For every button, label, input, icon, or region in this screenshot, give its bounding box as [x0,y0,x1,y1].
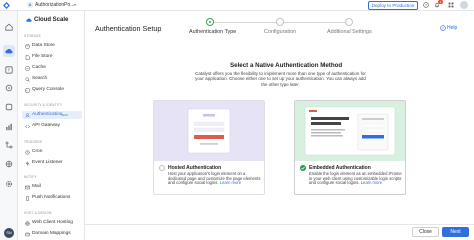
chevron-down-icon[interactable]: ▾ [74,2,76,7]
devops-icon[interactable] [5,84,13,92]
sidebar-item-label: Domain Mappings [32,231,71,236]
sidenav-section-notify: NOTIFY [24,175,37,179]
new-badge: NEW [61,113,68,117]
sidebar-item-label: API Gateway [32,123,60,128]
sidebar-item-query-console[interactable]: Query Console [22,86,82,94]
help-link[interactable]: Help [447,25,457,31]
embedded-login-preview-illustration [295,101,405,161]
globe-icon [25,220,30,226]
app-name[interactable]: AuthorizationPo... [35,2,74,8]
sidebar-item-label: Mail [32,184,41,189]
profile-avatar[interactable]: SN [4,228,14,238]
sidebar-item-cache[interactable]: Cache [22,64,82,72]
sidebar-item-api-gateway[interactable]: API Gateway [22,122,82,130]
close-button[interactable]: Close [412,227,439,237]
step-indicator-authentication-type [206,18,214,26]
sidebar-item-label: Data Store [32,43,55,48]
user-avatar[interactable] [460,1,468,9]
sidebar-item-file-store[interactable]: File Store [22,53,82,61]
card-description: Host your application's login element on… [168,171,262,186]
clock-icon [25,149,30,155]
apps-grid-icon[interactable] [448,2,454,8]
analytics-icon[interactable] [5,123,13,131]
pipelines-icon[interactable] [5,141,13,149]
section-description: Catalyst offers you the flexibility to i… [195,71,366,87]
card-description-text: Host your application's login element on… [168,171,261,186]
next-button[interactable]: Next [442,227,469,237]
sidebar-item-authentication[interactable]: Authentication NEW [22,111,82,119]
sidebar-item-label: Authentication [32,112,63,117]
step-label-additional-settings: Additional Settings [327,29,372,35]
sidebar-item-label: Search [32,76,48,81]
search-icon [25,77,30,82]
hosted-login-preview-illustration [154,101,264,161]
sidebar-item-domain-mappings[interactable]: Domain Mappings [22,230,82,238]
home-icon[interactable] [5,23,13,31]
integrations-icon[interactable] [5,160,13,168]
settings-icon[interactable] [5,180,13,188]
svg-text:?: ? [425,3,427,7]
sidebar-item-push-notifications[interactable]: Push Notifications [22,194,82,202]
help-icon[interactable]: ? [423,2,429,8]
sidebar-item-label: Push Notifications [32,195,71,200]
sidebar-item-label: Web Client Hosting [32,220,73,225]
sidebar-item-event-listener[interactable]: Event Listener [22,159,82,167]
sidebar-item-search[interactable]: Search [22,75,82,83]
step-indicator-configuration [276,18,284,26]
domain-icon [25,232,30,236]
step-label-configuration: Configuration [264,29,297,35]
functions-icon[interactable]: f [5,66,13,74]
sidenav-section-storage: STORAGE [24,34,41,38]
sidebar-item-cron[interactable]: Cron [22,148,82,156]
sidebar-item-data-store[interactable]: Data Store [22,42,82,50]
unselected-radio-indicator[interactable] [159,165,165,171]
cloud-scale-rail-button[interactable] [3,45,15,57]
sidebar-item-label: Cache [32,65,46,70]
card-description-text: Enable the login element as an embedded … [309,171,402,186]
svg-text:f: f [8,68,10,73]
sidebar-item-label: File Store [32,54,53,59]
person-icon [25,112,30,118]
notification-count-badge: 1 [438,0,443,4]
cloud-icon [5,48,13,54]
section-title: Select a Native Authentication Method [230,62,343,69]
app-badge[interactable]: A [27,2,33,8]
mail-icon [25,185,30,189]
sidebar-item-label: Cron [32,149,43,154]
event-icon [25,160,30,166]
catalyst-logo-icon[interactable] [3,2,10,9]
sidenav-section-host-design: HOST & DESIGN [24,211,52,215]
file-icon [25,54,30,60]
embedded-authentication-card[interactable]: Embedded Authentication Enable the login… [294,100,406,195]
learn-more-link[interactable]: Learn more [361,180,382,186]
cache-icon [25,66,30,70]
database-icon [25,43,30,49]
zia-icon[interactable] [5,103,13,111]
gateway-icon [25,124,30,128]
cloud-icon [26,18,32,22]
step-label-authentication-type: Authentication Type [189,29,237,35]
sidenav-section-triggers: TRIGGERS [24,140,43,144]
sidenav-section-security: SECURITY & IDENTITY [24,103,63,107]
help-circle-icon[interactable]: ? [440,25,446,31]
push-notification-icon [26,195,29,201]
checkmark-icon[interactable] [300,165,306,171]
sidenav-title: Cloud Scale [34,17,69,23]
sidebar-item-label: Query Console [32,87,64,92]
svg-text:?: ? [442,26,444,30]
card-description: Enable the login element as an embedded … [309,171,403,186]
sidebar-item-web-client-hosting[interactable]: Web Client Hosting [22,219,82,227]
hosted-authentication-card[interactable]: Hosted Authentication Host your applicat… [153,100,265,195]
sidebar-item-label: Event Listener [32,160,63,165]
console-icon [25,88,30,92]
page-title: Authentication Setup [95,24,162,33]
sidebar-item-mail[interactable]: Mail [22,183,82,191]
step-indicator-additional-settings [345,18,353,26]
learn-more-link[interactable]: Learn more [220,180,241,186]
deploy-to-production-button[interactable]: Deploy to Production [368,1,418,10]
